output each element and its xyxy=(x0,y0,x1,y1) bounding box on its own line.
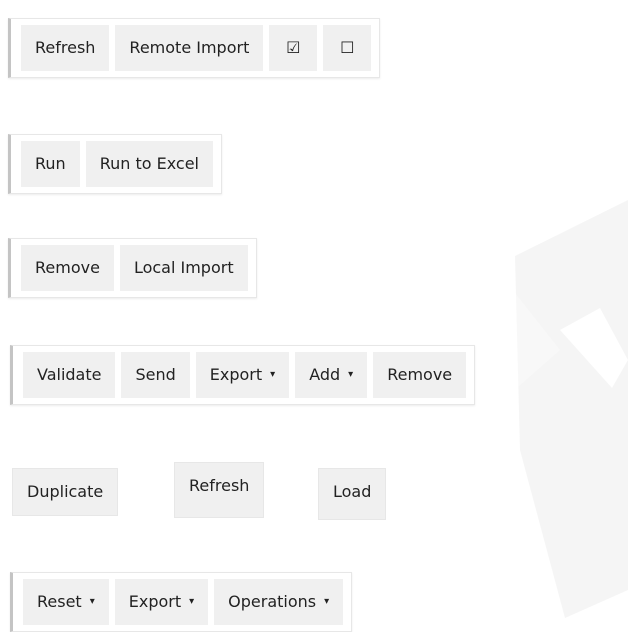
export-dropdown-button[interactable]: Export ▾ xyxy=(195,352,290,398)
refresh-label: Refresh xyxy=(189,476,250,495)
checkbox-checked-icon[interactable]: ☑ xyxy=(269,25,318,71)
refresh-button[interactable]: Refresh xyxy=(21,25,110,71)
export-dropdown-button[interactable]: Export ▾ xyxy=(114,579,209,625)
load-button[interactable]: Load xyxy=(318,468,387,520)
chevron-down-icon: ▾ xyxy=(348,368,354,380)
run-button[interactable]: Run xyxy=(21,141,80,187)
operations-label: Operations xyxy=(228,592,317,611)
toolbar-row-3: Remove Local Import xyxy=(8,238,257,298)
duplicate-button[interactable]: Duplicate xyxy=(12,468,119,516)
checkbox-unchecked-icon[interactable]: ☐ xyxy=(323,25,372,71)
chevron-down-icon: ▾ xyxy=(324,595,330,607)
load-label: Load xyxy=(333,482,372,501)
toolbar-row-1: Refresh Remote Import ☑ ☐ xyxy=(8,18,381,78)
chevron-down-icon: ▾ xyxy=(189,595,195,607)
operations-dropdown-button[interactable]: Operations ▾ xyxy=(214,579,344,625)
export-label: Export xyxy=(209,365,263,384)
duplicate-label: Duplicate xyxy=(27,482,104,501)
toolbar-row-4: Validate Send Export ▾ Add ▾ Remove xyxy=(10,345,476,405)
reset-label: Reset xyxy=(37,592,82,611)
validate-button[interactable]: Validate xyxy=(23,352,116,398)
remove-button[interactable]: Remove xyxy=(373,352,467,398)
export-label: Export xyxy=(128,592,182,611)
add-label: Add xyxy=(309,365,341,384)
chevron-down-icon: ▾ xyxy=(89,595,95,607)
toolbar-row-6: Reset ▾ Export ▾ Operations ▾ xyxy=(10,572,353,632)
add-dropdown-button[interactable]: Add ▾ xyxy=(295,352,368,398)
remote-import-button[interactable]: Remote Import xyxy=(115,25,264,71)
local-import-button[interactable]: Local Import xyxy=(119,245,248,291)
refresh-button[interactable]: Refresh xyxy=(174,462,265,518)
watermark-icon xyxy=(180,200,628,618)
chevron-down-icon: ▾ xyxy=(270,368,276,380)
toolbar-row-2: Run Run to Excel xyxy=(8,134,222,194)
remove-button[interactable]: Remove xyxy=(21,245,114,291)
send-button[interactable]: Send xyxy=(121,352,190,398)
reset-dropdown-button[interactable]: Reset ▾ xyxy=(23,579,109,625)
run-to-excel-button[interactable]: Run to Excel xyxy=(85,141,213,187)
